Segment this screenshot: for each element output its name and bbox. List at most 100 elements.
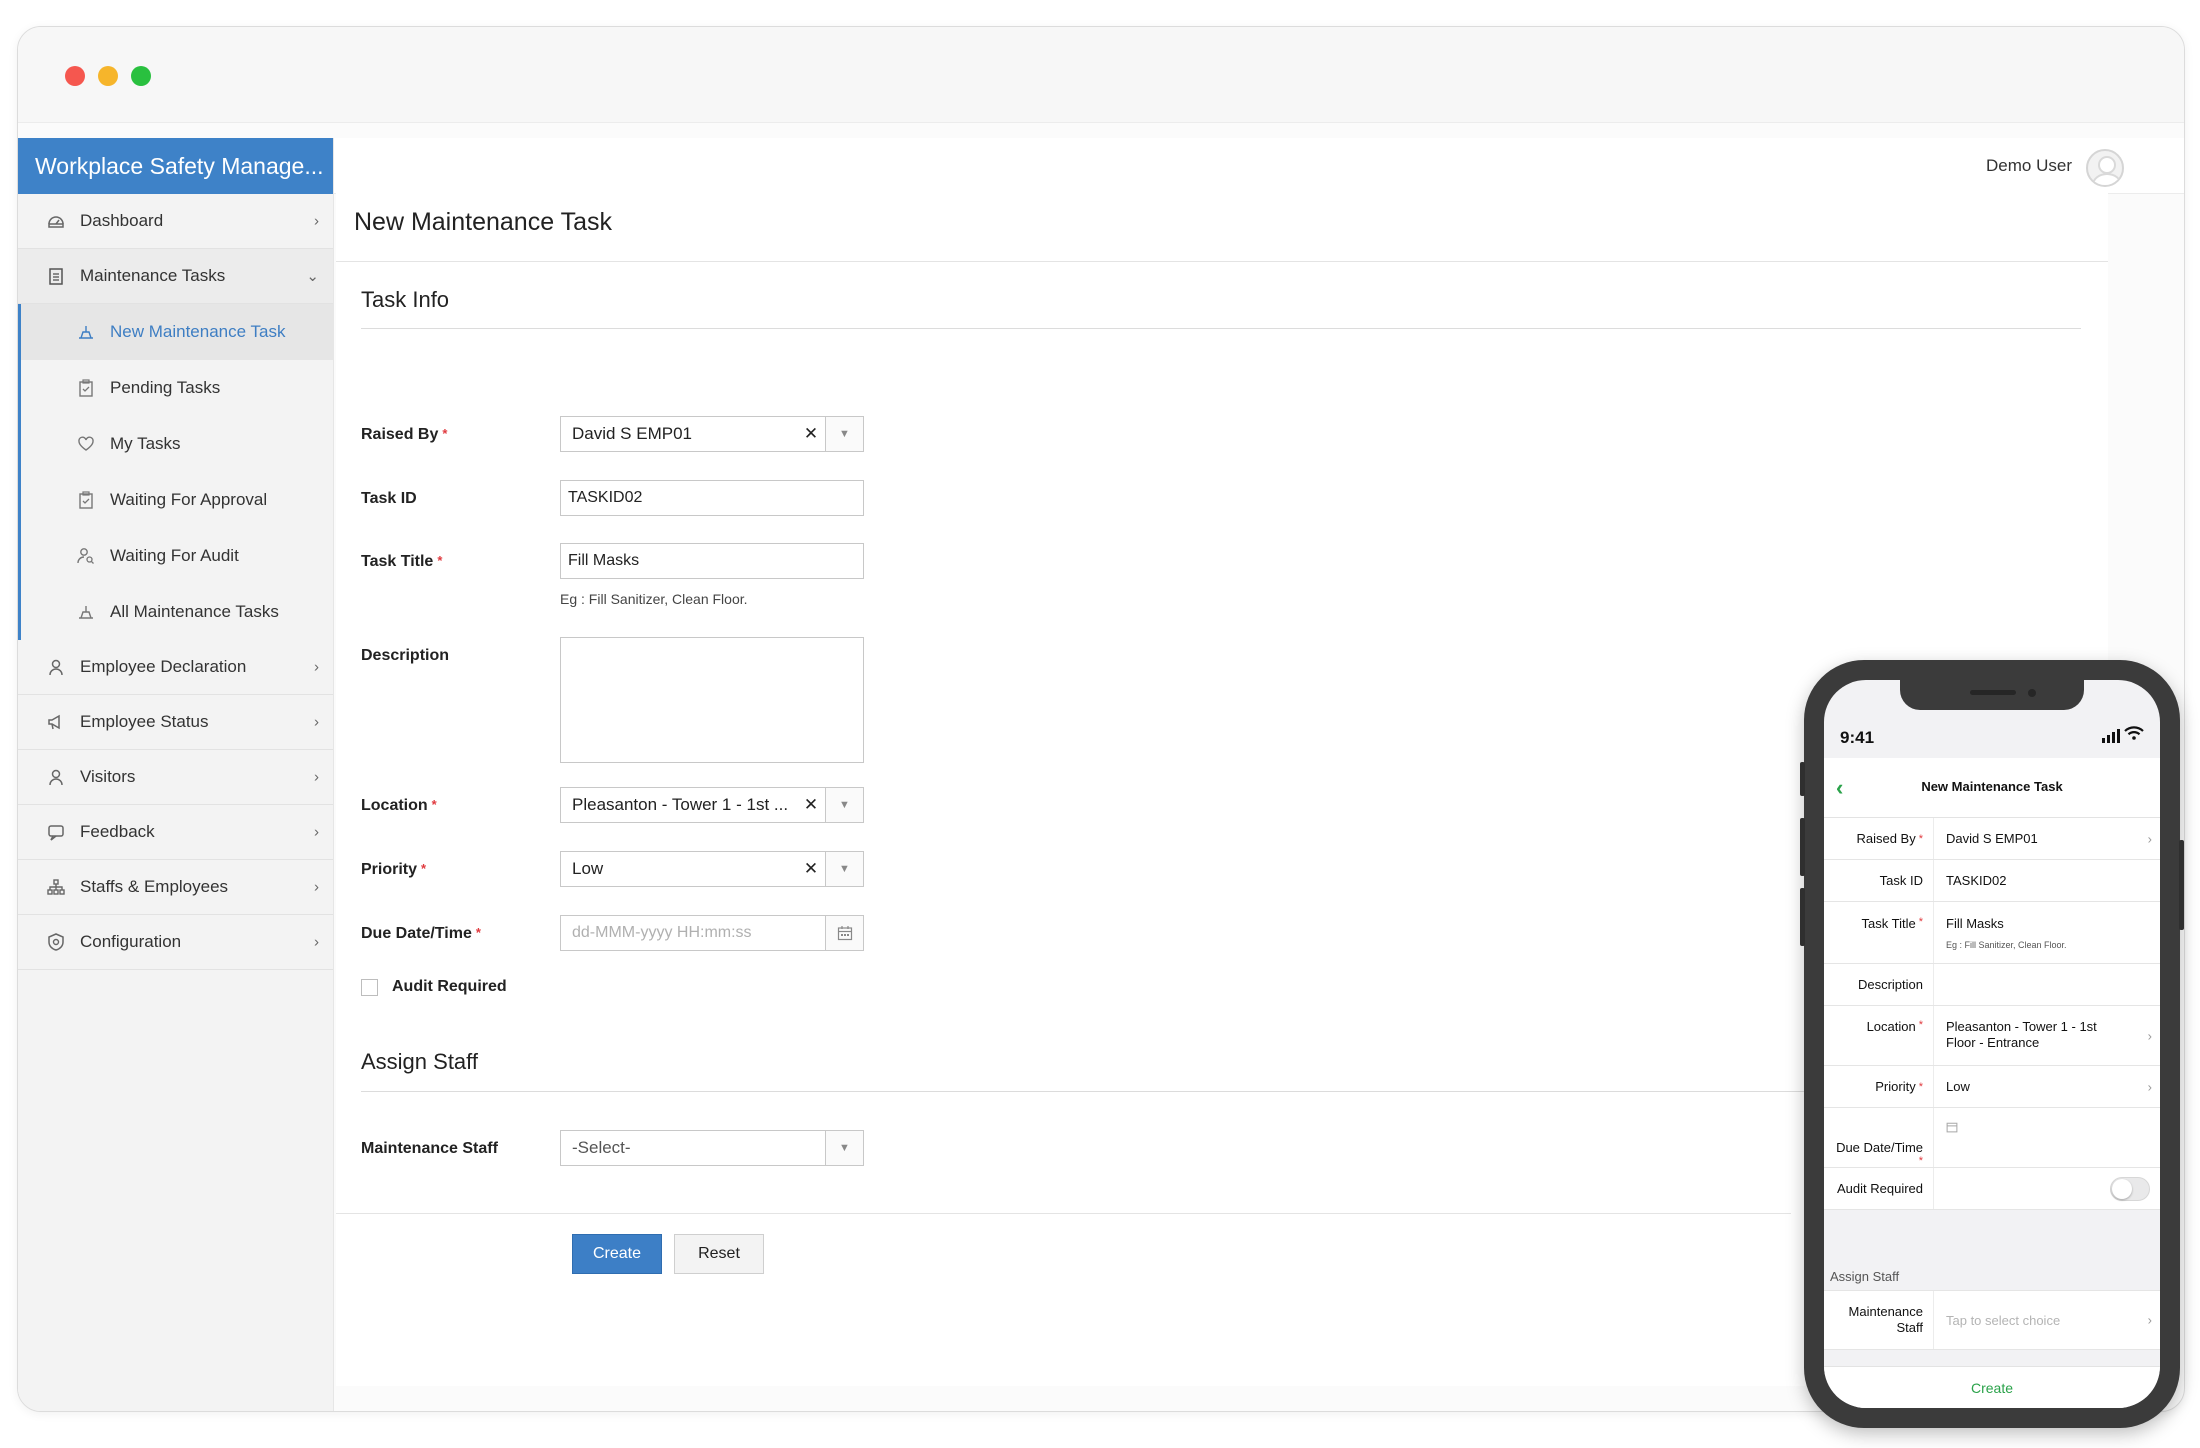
sidebar-item-employee-declaration[interactable]: Employee Declaration › <box>18 640 333 695</box>
description-label: Description <box>361 647 450 664</box>
gear-shield-icon <box>46 932 66 952</box>
mobile-audit-required-row[interactable]: Audit Required <box>1824 1168 2160 1210</box>
audit-required-toggle[interactable] <box>2110 1176 2150 1201</box>
sidebar-item-employee-status[interactable]: Employee Status › <box>18 695 333 750</box>
sidebar-item-label: Feedback <box>80 822 155 841</box>
person-icon <box>46 767 66 787</box>
mobile-due-date-row[interactable]: Due Date/Time * <box>1824 1108 2160 1168</box>
top-header: Demo User <box>334 138 2184 194</box>
sidebar-item-feedback[interactable]: Feedback › <box>18 805 333 860</box>
sidebar-item-waiting-for-audit[interactable]: Waiting For Audit <box>21 528 333 584</box>
sidebar-subitem-label: Waiting For Audit <box>110 546 239 565</box>
clipboard-icon <box>46 266 66 286</box>
minimize-window-button[interactable] <box>98 66 118 86</box>
description-textarea[interactable] <box>560 637 864 763</box>
chevron-right-icon: › <box>314 933 319 951</box>
phone-side-button <box>2179 840 2184 930</box>
sidebar-item-pending-tasks[interactable]: Pending Tasks <box>21 360 333 416</box>
sidebar-item-new-maintenance-task[interactable]: New Maintenance Task <box>21 304 333 360</box>
phone-notch <box>1900 680 2084 710</box>
mobile-create-button[interactable]: Create <box>1824 1366 2160 1408</box>
sidebar-subitem-label: New Maintenance Task <box>110 322 286 341</box>
due-date-input[interactable]: dd-MMM-yyyy HH:mm:ss <box>560 915 864 951</box>
mobile-raised-by-row[interactable]: Raised By * David S EMP01 › <box>1824 818 2160 860</box>
sidebar-item-label: Employee Declaration <box>80 657 247 676</box>
clear-icon[interactable]: ✕ <box>797 859 825 879</box>
sidebar-item-staffs-employees[interactable]: Staffs & Employees › <box>18 860 333 915</box>
mobile-page-title: New Maintenance Task <box>1921 779 2063 794</box>
org-chart-icon <box>46 877 66 897</box>
sidebar-item-label: Configuration <box>80 932 182 951</box>
mobile-priority-row[interactable]: Priority * Low › <box>1824 1066 2160 1108</box>
maximize-window-button[interactable] <box>131 66 151 86</box>
dropdown-arrow-icon[interactable]: ▼ <box>825 788 863 822</box>
mobile-task-title-row[interactable]: Task Title * Fill Masks Eg : Fill Sanitiz… <box>1824 902 2160 964</box>
raised-by-label: Raised By * <box>361 426 448 443</box>
dropdown-arrow-icon[interactable]: ▼ <box>825 417 863 451</box>
wifi-icon <box>2124 726 2144 743</box>
mobile-task-id-row[interactable]: Task ID TASKID02 <box>1824 860 2160 902</box>
sidebar-item-label: Dashboard <box>80 211 164 230</box>
sidebar-item-waiting-for-approval[interactable]: Waiting For Approval <box>21 472 333 528</box>
task-id-input[interactable]: TASKID02 <box>560 480 864 516</box>
task-title-input[interactable]: Fill Masks <box>560 543 864 579</box>
clear-icon[interactable]: ✕ <box>797 795 825 815</box>
maintenance-staff-select[interactable]: -Select- ▼ <box>560 1130 864 1166</box>
raised-by-select[interactable]: David S EMP01 ✕ ▼ <box>560 416 864 452</box>
mobile-form: Raised By * David S EMP01 › Task ID TASKI… <box>1824 818 2160 1210</box>
sidebar-item-label: Maintenance Tasks <box>80 266 226 285</box>
sidebar-item-my-tasks[interactable]: My Tasks <box>21 416 333 472</box>
reset-button[interactable]: Reset <box>674 1234 764 1274</box>
mobile-description-value <box>1934 964 2160 1005</box>
mobile-maintenance-staff-row[interactable]: Maintenance Staff Tap to select choice › <box>1824 1290 2160 1350</box>
sidebar-item-configuration[interactable]: Configuration › <box>18 915 333 970</box>
audit-required-checkbox[interactable] <box>361 979 378 996</box>
mobile-field-label: Maintenance Staff <box>1824 1291 1934 1349</box>
chevron-right-icon: › <box>2147 1028 2152 1043</box>
mobile-location-row[interactable]: Location * Pleasanton - Tower 1 - 1st Flo… <box>1824 1006 2160 1066</box>
calendar-icon[interactable] <box>1946 1121 1958 1136</box>
task-title-hint: Eg : Fill Sanitizer, Clean Floor. <box>560 591 748 607</box>
phone-screen: 9:41 ‹ New Maintenance Task Raised By * D… <box>1824 680 2160 1408</box>
section-title-task-info: Task Info <box>361 287 450 312</box>
dropdown-arrow-icon[interactable]: ▼ <box>825 852 863 886</box>
priority-select[interactable]: Low ✕ ▼ <box>560 851 864 887</box>
priority-value: Low <box>572 859 604 878</box>
sidebar-item-all-maintenance-tasks[interactable]: All Maintenance Tasks <box>21 584 333 640</box>
create-button[interactable]: Create <box>572 1234 662 1274</box>
mobile-maintenance-staff-placeholder: Tap to select choice <box>1946 1312 2061 1328</box>
sidebar-item-label: Employee Status <box>80 712 209 731</box>
sidebar: Workplace Safety Manage... Dashboard › M… <box>18 138 334 1411</box>
mobile-field-label: Task Title * <box>1824 902 1934 963</box>
maintenance-staff-value: -Select- <box>572 1138 631 1157</box>
app-brand[interactable]: Workplace Safety Manage... <box>18 138 333 194</box>
task-title-value: Fill Masks <box>568 552 640 569</box>
mobile-task-title-hint: Eg : Fill Sanitizer, Clean Floor. <box>1946 940 2067 950</box>
heart-icon <box>76 434 96 454</box>
mobile-description-row[interactable]: Description <box>1824 964 2160 1006</box>
user-name[interactable]: Demo User <box>1986 156 2072 176</box>
maintenance-staff-label: Maintenance Staff <box>361 1140 498 1157</box>
clipboard-check-icon <box>76 378 96 398</box>
mobile-location-value-line1: Pleasanton - Tower 1 - 1st <box>1946 1019 2097 1034</box>
sidebar-item-label: Visitors <box>80 767 136 786</box>
close-window-button[interactable] <box>65 66 85 86</box>
mobile-task-title-value: Fill Masks <box>1946 916 2004 931</box>
sidebar-subitem-label: All Maintenance Tasks <box>110 602 279 621</box>
raised-by-value: David S EMP01 <box>572 424 692 443</box>
chevron-down-icon: ⌄ <box>306 268 319 285</box>
chevron-right-icon: › <box>314 212 319 230</box>
sidebar-item-maintenance-tasks[interactable]: Maintenance Tasks ⌄ <box>18 249 333 304</box>
sidebar-item-visitors[interactable]: Visitors › <box>18 750 333 805</box>
clipboard-check-icon <box>76 490 96 510</box>
clear-icon[interactable]: ✕ <box>797 424 825 444</box>
sidebar-item-dashboard[interactable]: Dashboard › <box>18 194 333 249</box>
section-title-assign-staff: Assign Staff <box>361 1049 478 1074</box>
location-select[interactable]: Pleasanton - Tower 1 - 1st ... ✕ ▼ <box>560 787 864 823</box>
calendar-icon[interactable] <box>825 916 863 950</box>
dropdown-arrow-icon[interactable]: ▼ <box>825 1131 863 1165</box>
chevron-right-icon: › <box>314 878 319 896</box>
sidebar-subitem-label: My Tasks <box>110 434 181 453</box>
page-title: New Maintenance Task <box>354 208 613 236</box>
avatar[interactable] <box>2086 149 2124 187</box>
